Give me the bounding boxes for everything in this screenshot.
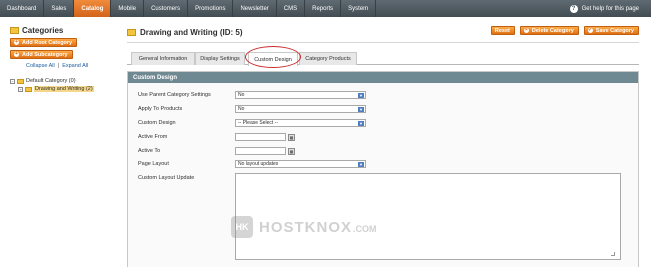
page-layout-label: Page Layout: [138, 161, 169, 167]
use-parent-row: Use Parent Category Settings No ▼: [138, 90, 366, 100]
calendar-icon[interactable]: ▦: [288, 133, 295, 141]
hostknox-watermark: HK HOSTKNOX .COM: [231, 216, 377, 238]
page-title-label: Drawing and Writing (ID: 5): [140, 28, 243, 37]
reset-label: Reset: [494, 27, 510, 34]
active-to-row: Active To ▦: [138, 146, 295, 156]
help-link-label: Get help for this page: [581, 5, 639, 12]
active-to-input[interactable]: [235, 147, 286, 155]
collapse-toggle-icon[interactable]: −: [10, 78, 15, 84]
nav-reports[interactable]: Reports: [305, 0, 342, 17]
tab-category-products[interactable]: Category Products: [299, 52, 357, 65]
expand-all-link[interactable]: Expand All: [62, 63, 88, 69]
custom-design-row: Custom Design -- Please Select -- ▼: [138, 118, 366, 128]
folder-icon: [10, 27, 19, 34]
apply-to-products-label: Apply To Products: [138, 106, 183, 112]
delete-icon: ×: [523, 27, 529, 33]
reset-button[interactable]: Reset: [490, 26, 515, 35]
nav-system[interactable]: System: [341, 0, 377, 17]
folder-icon: [25, 86, 32, 92]
collapse-all-link[interactable]: Collapse All: [26, 63, 55, 69]
sidebar-title: Categories: [10, 26, 115, 35]
apply-to-products-row: Apply To Products No ▼: [138, 104, 366, 114]
use-parent-select[interactable]: No ▼: [235, 91, 366, 99]
chevron-down-icon: ▼: [358, 121, 364, 126]
nav-dashboard[interactable]: Dashboard: [0, 0, 45, 17]
apply-to-products-select[interactable]: No ▼: [235, 105, 366, 113]
use-parent-label: Use Parent Category Settings: [138, 92, 211, 98]
page-title: Drawing and Writing (ID: 5): [127, 28, 243, 37]
tree-node-drawing-and-writing[interactable]: + Drawing and Writing (2): [18, 85, 115, 93]
nav-customers[interactable]: Customers: [144, 0, 189, 17]
action-buttons: Reset × Delete Category ✓ Save Category: [490, 26, 639, 35]
help-icon: ?: [569, 4, 578, 13]
save-icon: ✓: [587, 27, 593, 33]
use-parent-value: No: [238, 92, 245, 98]
watermark-brand: HOSTKNOX: [259, 218, 353, 236]
chevron-down-icon: ▼: [358, 107, 364, 112]
nav-newsletter[interactable]: Newsletter: [233, 0, 277, 17]
category-tabs: General Information Display Settings Cus…: [127, 46, 639, 68]
custom-layout-update-row: Custom Layout Update: [138, 173, 235, 183]
active-from-label: Active From: [138, 134, 168, 140]
calendar-icon[interactable]: ▦: [288, 147, 295, 155]
tab-display-settings[interactable]: Display Settings: [195, 52, 245, 65]
category-tree: − Default Category (0) + Drawing and Wri…: [10, 77, 115, 93]
resize-handle[interactable]: [611, 252, 615, 256]
page-layout-select[interactable]: No layout updates ▼: [235, 160, 366, 168]
custom-design-value: -- Please Select --: [238, 120, 279, 126]
active-from-input[interactable]: [235, 133, 286, 141]
header-divider: [127, 42, 639, 43]
section-header: Custom Design: [128, 72, 638, 83]
sidebar-title-label: Categories: [22, 26, 64, 35]
nav-cms[interactable]: CMS: [277, 0, 306, 17]
nav-sales[interactable]: Sales: [44, 0, 75, 17]
add-subcategory-label: Add Subcategory: [22, 51, 68, 58]
custom-design-select[interactable]: -- Please Select -- ▼: [235, 119, 366, 127]
chevron-down-icon: ▼: [358, 162, 364, 167]
delete-category-label: Delete Category: [531, 27, 574, 34]
expand-toggle-icon[interactable]: +: [18, 86, 23, 92]
plus-icon: +: [14, 51, 19, 57]
custom-design-label: Custom Design: [138, 120, 176, 126]
folder-icon: [17, 78, 24, 84]
tab-general-information[interactable]: General Information: [131, 52, 195, 65]
folder-icon: [127, 29, 136, 36]
add-root-category-label: Add Root Category: [22, 39, 73, 46]
custom-layout-update-label: Custom Layout Update: [138, 175, 195, 181]
watermark-suffix: .COM: [353, 224, 377, 234]
add-root-category-button[interactable]: + Add Root Category: [10, 38, 78, 47]
nav-catalog[interactable]: Catalog: [74, 0, 112, 17]
help-link[interactable]: ? Get help for this page: [569, 0, 639, 17]
tree-controls: Collapse All | Expand All: [26, 63, 115, 69]
categories-sidebar: Categories + Add Root Category + Add Subca…: [10, 26, 115, 93]
page-layout-value: No layout updates: [238, 161, 279, 167]
tree-node-label: Default Category (0): [26, 78, 76, 84]
chevron-down-icon: ▼: [358, 93, 364, 98]
tree-controls-separator: |: [57, 63, 60, 69]
custom-design-fieldset: Custom Design Use Parent Category Settin…: [127, 71, 639, 267]
apply-to-products-value: No: [238, 106, 245, 112]
nav-mobile[interactable]: Mobile: [111, 0, 145, 17]
tree-node-label: Drawing and Writing (2): [34, 86, 94, 92]
active-from-row: Active From ▦: [138, 132, 295, 142]
top-nav: Dashboard Sales Catalog Mobile Customers…: [0, 0, 651, 17]
tree-node-default-category[interactable]: − Default Category (0): [10, 77, 115, 85]
active-to-label: Active To: [138, 148, 161, 154]
nav-promotions[interactable]: Promotions: [188, 0, 234, 17]
save-category-label: Save Category: [595, 27, 634, 34]
hostknox-logo: HK: [231, 216, 253, 238]
save-category-button[interactable]: ✓ Save Category: [583, 26, 639, 35]
add-subcategory-button[interactable]: + Add Subcategory: [10, 50, 73, 59]
tab-custom-design[interactable]: Custom Design: [248, 52, 298, 66]
page-layout-row: Page Layout No layout updates ▼: [138, 159, 366, 169]
plus-icon: +: [14, 39, 19, 45]
delete-category-button[interactable]: × Delete Category: [519, 26, 579, 35]
